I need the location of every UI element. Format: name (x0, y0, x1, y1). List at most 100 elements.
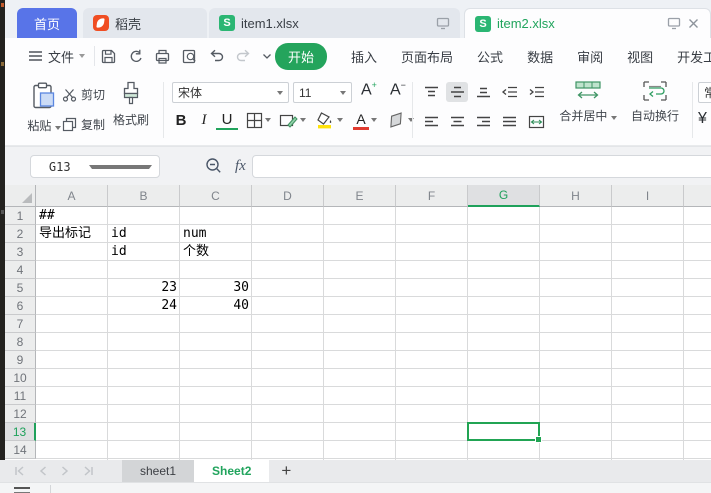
bold-button[interactable]: B (170, 112, 192, 129)
column-header-I[interactable]: I (612, 185, 684, 207)
copy-button[interactable]: 复制 (62, 116, 105, 133)
font-color-button[interactable]: A (353, 111, 369, 130)
row-header-12[interactable]: 12 (5, 405, 36, 423)
row-header-4[interactable]: 4 (5, 261, 36, 279)
close-icon[interactable] (687, 17, 700, 30)
column-header-E[interactable]: E (324, 185, 396, 207)
selected-cell-G13[interactable] (467, 422, 540, 441)
tab-home[interactable]: 首页 (17, 8, 77, 38)
next-sheet-icon[interactable] (61, 466, 69, 476)
cut-button[interactable]: 剪切 (62, 86, 105, 103)
name-box-dropdown-icon[interactable] (89, 165, 153, 169)
column-header-partial[interactable] (684, 185, 711, 207)
cells-area[interactable]: ##导出标记idnumid个数23302440 (36, 207, 711, 460)
share-monitor-icon[interactable] (436, 17, 450, 30)
cell-C5[interactable]: 30 (180, 279, 252, 297)
align-middle-button[interactable] (446, 82, 468, 102)
draw-border-button[interactable] (279, 112, 298, 129)
formula-input[interactable] (252, 155, 711, 178)
row-header-11[interactable]: 11 (5, 387, 36, 405)
paste-dropdown-icon[interactable] (55, 126, 61, 130)
name-box[interactable]: G13 (30, 155, 160, 178)
row-header-9[interactable]: 9 (5, 351, 36, 369)
file-menu-button[interactable]: 文件 (28, 47, 85, 66)
sheet-tab-Sheet2[interactable]: Sheet2 (194, 460, 269, 482)
save-icon[interactable] (100, 48, 117, 65)
tab-document-item1[interactable]: S item1.xlsx (209, 8, 460, 38)
cell-B6[interactable]: 24 (108, 297, 180, 315)
row-header-5[interactable]: 5 (5, 279, 36, 297)
merge-center-button[interactable]: 合并居中 (556, 80, 620, 124)
menu-tab-公式[interactable]: 公式 (477, 47, 503, 66)
font-size-combobox[interactable]: 11 (293, 82, 352, 103)
column-header-C[interactable]: C (180, 185, 252, 207)
last-sheet-icon[interactable] (83, 466, 94, 476)
row-header-6[interactable]: 6 (5, 297, 36, 315)
column-header-H[interactable]: H (540, 185, 612, 207)
cell-B3[interactable]: id (108, 243, 180, 261)
cell-C2[interactable]: num (180, 225, 252, 243)
cell-C3[interactable]: 个数 (180, 243, 252, 261)
first-sheet-icon[interactable] (14, 466, 25, 476)
column-header-F[interactable]: F (396, 185, 468, 207)
borders-dropdown-icon[interactable] (265, 118, 271, 122)
select-all-corner[interactable] (5, 185, 36, 207)
cell-B5[interactable]: 23 (108, 279, 180, 297)
column-header-D[interactable]: D (252, 185, 324, 207)
cell-B2[interactable]: id (108, 225, 180, 243)
zoom-formula-icon[interactable] (205, 157, 223, 175)
wrap-text-button[interactable]: 自动换行 (626, 80, 684, 124)
decrease-indent-button[interactable] (498, 82, 520, 102)
align-left-button[interactable] (420, 112, 442, 132)
fill-color-dropdown-icon[interactable] (337, 118, 343, 122)
merge-center-dropdown-icon[interactable] (611, 116, 617, 120)
clear-format-eraser-button[interactable] (386, 112, 406, 128)
number-format-combobox[interactable]: 常 (698, 82, 711, 103)
row-header-14[interactable]: 14 (5, 441, 36, 459)
share-monitor-icon[interactable] (667, 17, 681, 30)
decrease-font-button[interactable]: A− (390, 80, 406, 99)
italic-button[interactable]: I (194, 112, 214, 129)
menu-tab-开发工具[interactable]: 开发工具 (677, 47, 711, 66)
font-name-combobox[interactable]: 宋体 (172, 82, 289, 103)
cell-A2[interactable]: 导出标记 (36, 225, 108, 243)
menu-tab-数据[interactable]: 数据 (527, 47, 553, 66)
justify-button[interactable] (498, 112, 520, 132)
align-center-button[interactable] (446, 112, 468, 132)
column-header-A[interactable]: A (36, 185, 108, 207)
tab-document-item2-active[interactable]: S item2.xlsx (464, 8, 711, 38)
row-header-10[interactable]: 10 (5, 369, 36, 387)
row-header-1[interactable]: 1 (5, 207, 36, 225)
format-painter-button[interactable]: 格式刷 (113, 80, 149, 128)
menu-tab-插入[interactable]: 插入 (351, 47, 377, 66)
increase-font-button[interactable]: A+ (361, 80, 377, 99)
add-sheet-button[interactable]: + (269, 460, 303, 482)
fill-color-button[interactable] (315, 111, 335, 129)
column-header-B[interactable]: B (108, 185, 180, 207)
qat-customize-chevron-icon[interactable] (262, 53, 272, 60)
font-color-dropdown-icon[interactable] (371, 118, 377, 122)
tab-docer[interactable]: 稻壳 (83, 8, 207, 38)
row-header-13[interactable]: 13 (5, 423, 36, 441)
fx-insert-function-button[interactable]: fx (235, 158, 246, 175)
align-bottom-button[interactable] (472, 82, 494, 102)
sheet-tab-sheet1[interactable]: sheet1 (122, 460, 194, 482)
row-header-2[interactable]: 2 (5, 225, 36, 243)
menu-tab-审阅[interactable]: 审阅 (577, 47, 603, 66)
print-preview-icon[interactable] (181, 48, 198, 65)
prev-sheet-icon[interactable] (39, 466, 47, 476)
currency-format-button[interactable]: ¥ (698, 110, 707, 128)
align-top-button[interactable] (420, 82, 442, 102)
menu-tab-视图[interactable]: 视图 (627, 47, 653, 66)
text-orientation-button[interactable] (525, 112, 547, 132)
draw-border-dropdown-icon[interactable] (300, 118, 306, 122)
paste-button[interactable]: 粘贴 (22, 78, 66, 140)
print-icon[interactable] (154, 48, 171, 65)
underline-button[interactable]: U (216, 111, 238, 130)
menu-tab-开始[interactable]: 开始 (275, 43, 327, 70)
increase-indent-button[interactable] (525, 82, 547, 102)
menu-tab-页面布局[interactable]: 页面布局 (401, 47, 453, 66)
row-header-3[interactable]: 3 (5, 243, 36, 261)
align-right-button[interactable] (472, 112, 494, 132)
clear-format-dropdown-icon[interactable] (408, 118, 414, 122)
